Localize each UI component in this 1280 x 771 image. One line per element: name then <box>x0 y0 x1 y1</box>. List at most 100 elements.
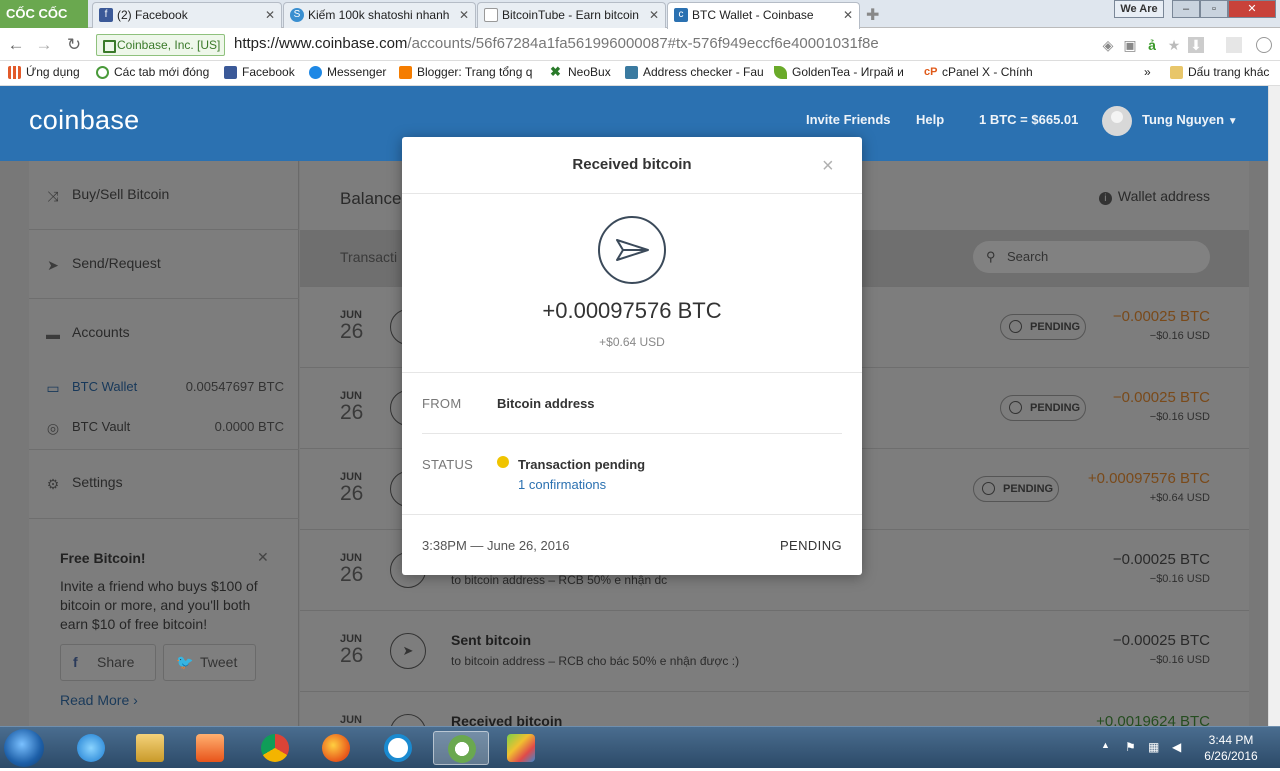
sidebar-item-settings[interactable]: ⚙ Settings <box>29 474 299 494</box>
status-value: Transaction pending <box>518 457 646 472</box>
taskbar-coccoc-active[interactable] <box>433 731 489 765</box>
bookmark-facebook[interactable]: Facebook <box>224 65 295 79</box>
share-label: Share <box>97 654 135 670</box>
media-player-icon <box>196 734 224 762</box>
tweet-button[interactable]: 🐦 Tweet <box>163 644 256 681</box>
help-link[interactable]: Help <box>916 112 944 127</box>
system-clock[interactable]: 3:44 PM 6/26/2016 <box>1185 732 1277 764</box>
wallet-address-link[interactable]: i Wallet address <box>1098 188 1210 205</box>
read-more-link[interactable]: Read More › <box>60 692 138 708</box>
date-day: 26 <box>340 644 364 667</box>
bookmark-neobux[interactable]: ✖ NeoBux <box>550 65 611 79</box>
sidebar-item-btc-wallet[interactable]: ▭ BTC Wallet 0.00547697 BTC <box>29 379 299 397</box>
tab-label: (2) Facebook <box>117 8 188 22</box>
divider <box>422 433 842 434</box>
transaction-date: JUN 26 <box>340 633 370 667</box>
page-scrollbar[interactable] <box>1268 86 1280 726</box>
tray-expand-icon[interactable]: ▲ <box>1101 740 1110 750</box>
coccoc-logo[interactable]: CỐC CỐC <box>0 0 88 28</box>
divider <box>29 449 299 450</box>
taskbar-ie[interactable] <box>66 731 116 765</box>
taskbar-chrome[interactable] <box>250 731 300 765</box>
new-tab-button[interactable]: ✚ <box>866 5 879 25</box>
divider <box>29 518 299 519</box>
taskbar-firefox[interactable] <box>311 731 361 765</box>
secure-badge[interactable]: Coinbase, Inc. [US] <box>96 34 226 56</box>
forward-icon[interactable]: → <box>34 35 54 55</box>
extension-icon[interactable]: ◈ <box>1100 37 1116 53</box>
coinbase-icon: c <box>674 8 688 22</box>
minimize-button[interactable]: – <box>1172 0 1200 18</box>
from-label: FROM <box>422 396 462 411</box>
tab-bitcointube[interactable]: BitcoinTube - Earn bitcoin ✕ <box>477 2 666 28</box>
translate-icon[interactable]: ▣ <box>1122 37 1138 53</box>
start-button[interactable] <box>4 729 44 767</box>
sidebar-item-accounts[interactable]: ▬ Accounts <box>29 324 299 344</box>
sidebar-item-buy-sell[interactable]: ⤨ Buy/Sell Bitcoin <box>29 186 299 206</box>
date-day: 26 <box>340 482 364 505</box>
tab-satoshi[interactable]: S Kiếm 100k shatoshi nhanh ✕ <box>283 2 476 28</box>
page-icon <box>484 8 498 22</box>
close-icon[interactable]: ✕ <box>257 549 269 566</box>
menu-icon[interactable] <box>1256 37 1272 53</box>
invite-friends-link[interactable]: Invite Friends <box>806 112 891 127</box>
close-icon[interactable]: × <box>822 155 834 178</box>
bookmark-apps[interactable]: Ứng dụng <box>8 65 80 79</box>
transaction-amount-usd: −$0.16 USD <box>1149 654 1210 666</box>
sidebar-item-btc-vault[interactable]: ◎ BTC Vault 0.0000 BTC <box>29 419 299 437</box>
close-window-button[interactable]: ✕ <box>1228 0 1276 18</box>
sidebar-item-send-request[interactable]: ➤ Send/Request <box>29 255 299 275</box>
coccoc-icon <box>384 734 412 762</box>
network-icon[interactable]: ▦ <box>1148 740 1159 754</box>
transaction-description: to bitcoin address – RCB 50% e nhận dc <box>451 573 668 587</box>
confirmations-link[interactable]: 1 confirmations <box>518 477 606 492</box>
window-label: We Are <box>1114 0 1164 18</box>
user-menu[interactable]: Tung Nguyen ▼ <box>1142 112 1238 127</box>
bookmark-goldentea[interactable]: GoldenTea - Играй и <box>774 65 904 79</box>
sidebar-item-label: Buy/Sell Bitcoin <box>72 186 170 202</box>
bookmark-messenger[interactable]: Messenger <box>309 65 386 79</box>
url-field[interactable]: https://www.coinbase.com/accounts/56f672… <box>234 35 879 52</box>
coccoc-dictionary-icon[interactable]: ả <box>1144 37 1160 53</box>
address-bar: ← → ↻ Coinbase, Inc. [US] https://www.co… <box>0 29 1280 61</box>
transaction-date: JUN 26 <box>340 309 370 343</box>
close-icon[interactable]: ✕ <box>265 3 275 27</box>
folder-icon <box>136 734 164 762</box>
back-icon[interactable]: ← <box>6 35 26 55</box>
taskbar-media[interactable] <box>185 731 235 765</box>
transaction-date: JUN 26 <box>340 471 370 505</box>
bookmark-cpanel[interactable]: cP cPanel X - Chính <box>924 65 1033 79</box>
volume-icon[interactable]: ◀ <box>1172 740 1181 754</box>
facebook-icon: f <box>73 654 78 670</box>
close-icon[interactable]: ✕ <box>843 3 853 27</box>
flag-icon[interactable]: ⚑ <box>1125 740 1136 754</box>
bookmarks-overflow[interactable]: » <box>1128 65 1151 79</box>
sidebar-item-label: Send/Request <box>72 255 161 271</box>
folder-icon: ▬ <box>46 326 60 342</box>
tab-coinbase[interactable]: c BTC Wallet - Coinbase ✕ <box>667 2 860 29</box>
taskbar-bluestacks[interactable] <box>496 731 546 765</box>
maximize-button[interactable]: ▫ <box>1200 0 1228 18</box>
pending-badge: PENDING <box>1000 395 1086 421</box>
download-icon[interactable]: ⬇ <box>1188 37 1204 53</box>
twitter-icon: 🐦 <box>176 654 194 670</box>
taskbar-explorer[interactable] <box>125 731 175 765</box>
bookmark-address-checker[interactable]: Address checker - Fau <box>625 65 764 79</box>
star-icon[interactable]: ★ <box>1166 37 1182 53</box>
bookmark-other[interactable]: Dấu trang khác <box>1170 65 1269 79</box>
search-input[interactable]: ⚲ Search <box>973 241 1210 273</box>
extension-slot-icon[interactable] <box>1226 37 1242 53</box>
share-button[interactable]: f Share <box>60 644 156 681</box>
tab-facebook[interactable]: f (2) Facebook ✕ <box>92 2 282 28</box>
coinbase-logo[interactable]: coinbase <box>29 105 139 136</box>
windows-taskbar: ▲ ⚑ ▦ ◀ 3:44 PM 6/26/2016 <box>0 726 1280 768</box>
bookmark-blogger[interactable]: Blogger: Trang tổng q <box>399 65 532 79</box>
bookmark-recent-tabs[interactable]: Các tab mới đóng <box>96 65 209 79</box>
close-icon[interactable]: ✕ <box>649 3 659 27</box>
blogger-icon <box>399 66 412 79</box>
transaction-row[interactable]: JUN 26 ➤ Sent bitcoin to bitcoin address – R… <box>300 610 1249 690</box>
close-icon[interactable]: ✕ <box>459 3 469 27</box>
reload-icon[interactable]: ↻ <box>64 35 84 55</box>
taskbar-coccoc[interactable] <box>373 731 423 765</box>
avatar[interactable] <box>1102 106 1132 136</box>
